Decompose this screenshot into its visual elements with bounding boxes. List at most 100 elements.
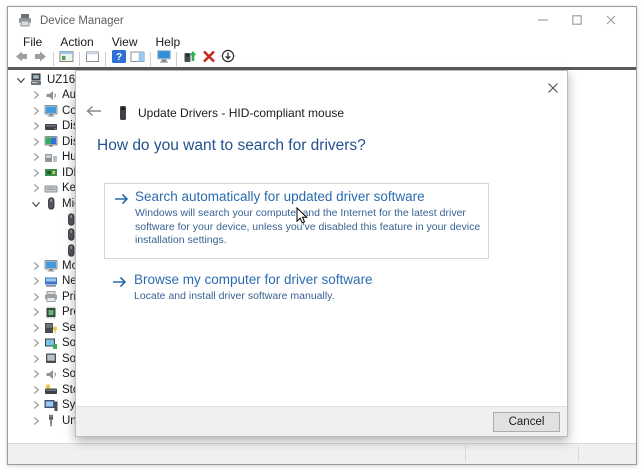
forward-icon: [33, 50, 48, 68]
minimize-icon: [538, 12, 548, 30]
close-icon: [547, 81, 559, 99]
dialog-footer: Cancel: [76, 406, 567, 436]
toolbar-separator: [176, 51, 177, 66]
arrow-right-icon: [113, 192, 131, 206]
status-divider: [465, 446, 466, 462]
menu-bar: File Action View Help: [8, 34, 636, 50]
uninstall-icon: [202, 50, 216, 68]
forward-button[interactable]: [32, 51, 49, 67]
scan-hardware-button[interactable]: [155, 49, 172, 68]
action-pane-icon: [130, 50, 145, 68]
arrow-right-icon: [111, 275, 129, 289]
ide-icon: [44, 166, 58, 179]
chevron-down-icon[interactable]: [14, 74, 27, 86]
back-button[interactable]: [13, 51, 30, 67]
chevron-right-icon[interactable]: [29, 399, 42, 411]
software-component-icon: [44, 337, 58, 350]
properties-button[interactable]: [84, 51, 101, 67]
status-bar: [8, 443, 636, 464]
minimize-button[interactable]: [526, 7, 560, 34]
chevron-right-icon[interactable]: [29, 275, 42, 287]
action-pane-button[interactable]: [129, 51, 146, 67]
chevron-right-icon[interactable]: [29, 182, 42, 194]
chevron-right-icon[interactable]: [29, 291, 42, 303]
toolbar: ?: [8, 49, 636, 68]
option-title[interactable]: Search automatically for updated driver …: [135, 189, 425, 204]
chevron-right-icon[interactable]: [29, 89, 42, 101]
maximize-button[interactable]: [560, 7, 594, 34]
software-device-icon: [44, 352, 58, 365]
close-icon: [606, 12, 616, 30]
svg-text:?: ?: [115, 52, 121, 63]
security-icon: [44, 321, 58, 334]
dialog-heading: How do you want to search for drivers?: [97, 137, 366, 154]
speaker-icon: [44, 368, 58, 381]
cancel-button[interactable]: Cancel: [493, 412, 560, 432]
chevron-right-icon[interactable]: [29, 353, 42, 365]
printer-icon: [44, 290, 58, 303]
speaker-icon: [44, 89, 58, 102]
disable-device-button[interactable]: [219, 49, 236, 67]
hid-icon: [44, 151, 58, 164]
mouse-icon: [44, 197, 58, 210]
keyboard-icon: [44, 182, 58, 195]
menu-file[interactable]: File: [14, 35, 51, 49]
console-tree-icon: [59, 50, 74, 68]
toolbar-separator: [105, 51, 106, 66]
chevron-right-icon[interactable]: [29, 384, 42, 396]
chevron-right-icon[interactable]: [29, 260, 42, 272]
chevron-right-icon[interactable]: [29, 167, 42, 179]
menu-view[interactable]: View: [103, 35, 147, 49]
mouse-cursor-icon: [296, 206, 309, 230]
chevron-right-icon[interactable]: [29, 322, 42, 334]
maximize-icon: [572, 12, 582, 30]
update-driver-icon: [182, 49, 197, 68]
menu-action[interactable]: Action: [51, 35, 102, 49]
chevron-right-icon[interactable]: [29, 415, 42, 427]
menu-help[interactable]: Help: [147, 35, 190, 49]
toolbar-separator: [53, 51, 54, 66]
disk-drive-icon: [44, 120, 58, 133]
dialog-header: Update Drivers - HID-compliant mouse: [85, 104, 344, 122]
dialog-close-button[interactable]: [545, 82, 561, 98]
back-arrow-icon: [85, 104, 103, 123]
title-bar: Device Manager: [8, 7, 636, 34]
scan-hardware-icon: [156, 49, 172, 68]
option-title[interactable]: Browse my computer for driver software: [134, 272, 373, 287]
chevron-right-icon[interactable]: [29, 337, 42, 349]
chevron-right-icon[interactable]: [29, 151, 42, 163]
update-driver-button[interactable]: [181, 51, 198, 67]
display-adapter-icon: [44, 135, 58, 148]
dialog-title: Update Drivers - HID-compliant mouse: [138, 106, 345, 120]
device-manager-icon: [17, 13, 33, 28]
status-divider: [578, 446, 579, 462]
help-icon: ?: [111, 49, 126, 68]
processor-icon: [44, 306, 58, 319]
option-browse-computer[interactable]: Browse my computer for driver software L…: [104, 269, 524, 319]
chevron-right-icon[interactable]: [29, 120, 42, 132]
chevron-right-icon[interactable]: [29, 368, 42, 380]
uninstall-button[interactable]: [200, 50, 217, 68]
help-button[interactable]: ?: [110, 49, 127, 68]
chevron-right-icon[interactable]: [29, 306, 42, 318]
screen: Device Manager File Action View Help ? U…: [0, 0, 642, 469]
system-icon: [44, 399, 58, 412]
storage-icon: [44, 383, 58, 396]
window-controls: [526, 7, 628, 34]
chevron-down-icon[interactable]: [29, 198, 42, 210]
close-button[interactable]: [594, 7, 628, 34]
back-icon: [14, 50, 29, 68]
toolbar-separator: [150, 51, 151, 66]
network-icon: [44, 275, 58, 288]
hid-device-icon: [116, 105, 130, 121]
option-description: Locate and install driver software manua…: [134, 290, 335, 302]
chevron-right-icon[interactable]: [29, 136, 42, 148]
toolbar-separator: [79, 51, 80, 66]
dialog-back-button[interactable]: [85, 105, 103, 121]
computer-icon: [29, 73, 43, 86]
window-title: Device Manager: [40, 14, 124, 27]
chevron-right-icon[interactable]: [29, 105, 42, 117]
monitor-icon: [44, 104, 58, 117]
option-description: Windows will search your computer and th…: [135, 207, 481, 246]
console-tree-button[interactable]: [58, 50, 75, 68]
